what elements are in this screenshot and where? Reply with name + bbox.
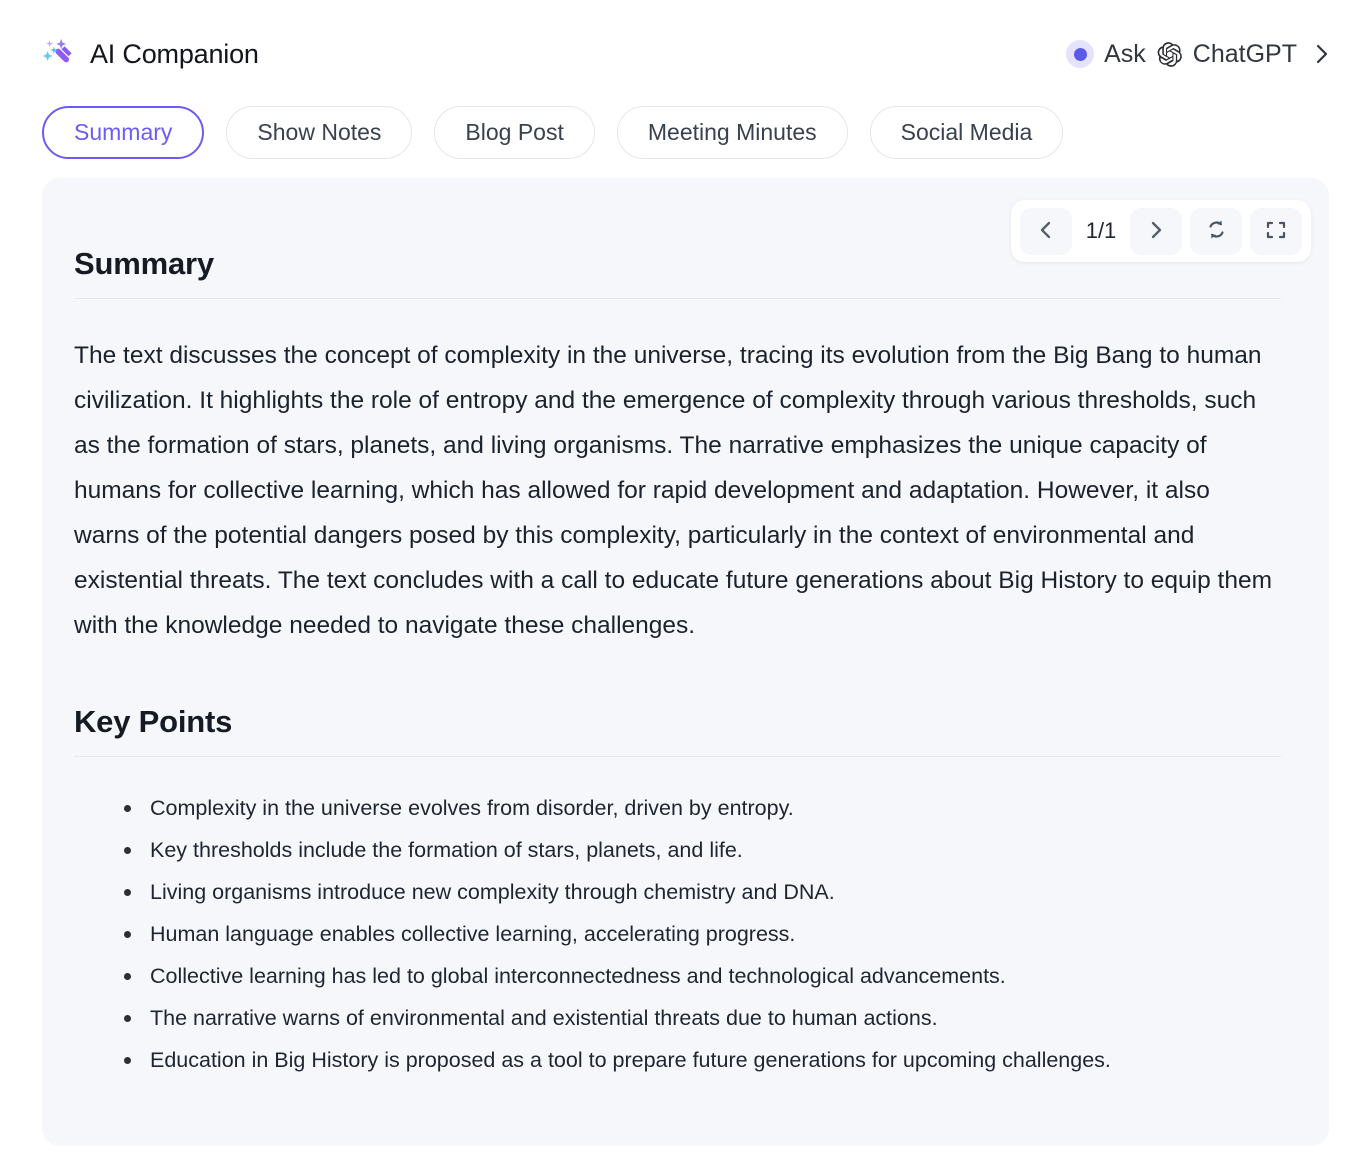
key-points-divider (74, 756, 1281, 757)
list-item: Living organisms introduce new complexit… (122, 871, 1281, 913)
summary-heading: Summary (74, 246, 214, 281)
panel-body: Summary The text discusses the concept o… (42, 178, 1329, 1146)
key-points-list: Complexity in the universe evolves from … (74, 787, 1281, 1081)
list-item: Education in Big History is proposed as … (122, 1039, 1281, 1081)
brand: AI Companion (40, 36, 259, 72)
magic-wand-sparkles-icon (40, 36, 76, 72)
summary-paragraph: The text discusses the concept of comple… (74, 342, 1273, 639)
list-item: Key thresholds include the formation of … (122, 829, 1281, 871)
openai-logo-icon (1156, 41, 1183, 68)
list-item: Complexity in the universe evolves from … (122, 787, 1281, 829)
content-panel: 1/1 Summary The text discusses the conce… (42, 178, 1329, 1146)
list-item: Collective learning has led to global in… (122, 955, 1281, 997)
content-type-tabs: Summary Show Notes Blog Post Meeting Min… (42, 106, 1064, 159)
tab-summary[interactable]: Summary (42, 106, 205, 159)
summary-divider (74, 298, 1281, 299)
active-dot-icon (1066, 40, 1095, 68)
ask-product-label: ChatGPT (1192, 39, 1297, 68)
tab-blog-post[interactable]: Blog Post (434, 106, 595, 159)
key-points-section: Key Points Complexity in the universe ev… (74, 704, 1281, 1081)
list-item: The narrative warns of environmental and… (122, 997, 1281, 1039)
key-points-heading: Key Points (74, 704, 233, 739)
chevron-right-icon (1311, 41, 1333, 67)
page-title: AI Companion (90, 38, 259, 69)
tab-show-notes[interactable]: Show Notes (226, 106, 413, 159)
tab-meeting-minutes[interactable]: Meeting Minutes (616, 106, 848, 159)
tab-social-media[interactable]: Social Media (869, 106, 1064, 159)
ai-companion-app: AI Companion Ask ChatGPT Summary Show No… (0, 0, 1367, 1175)
list-item: Human language enables collective learni… (122, 913, 1281, 955)
ask-label: Ask (1104, 39, 1146, 68)
ask-chatgpt-button[interactable]: Ask ChatGPT (1066, 40, 1333, 69)
app-header: AI Companion Ask ChatGPT (40, 26, 1333, 82)
